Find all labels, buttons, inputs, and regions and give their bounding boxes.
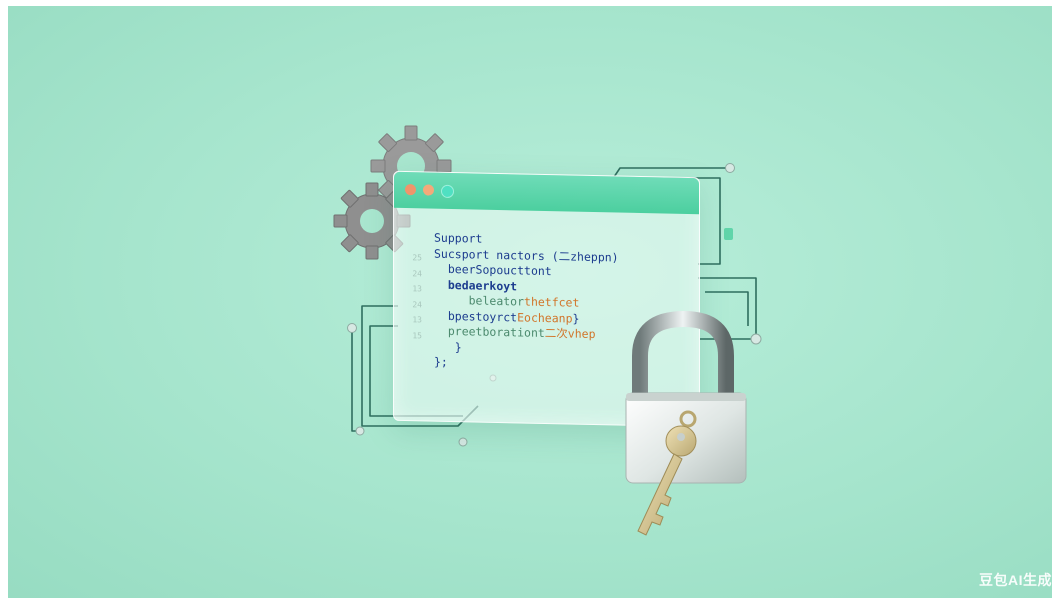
window-dot-yellow [423,184,434,196]
code-token: } [454,339,462,354]
window-dot-red [405,184,416,196]
line-number: 15 [412,330,422,340]
watermark: 豆包AI生成 [979,572,1052,588]
code-token: }; [434,354,448,369]
code-token: bedaerkoyt [447,277,518,293]
line-number: 24 [412,299,422,309]
code-token: } [572,311,580,326]
code-token: beerSopoucttont [447,261,552,279]
window-titlebar [394,171,699,215]
line-number: 25 [412,253,422,263]
code-token: beleator [468,293,525,309]
line-number: 13 [412,284,422,294]
window-dot-green [441,184,454,199]
code-token: Sucsport nactors [434,246,552,263]
code-line: }; [434,355,619,374]
code-token: Eocheanp [517,309,573,326]
code-token: (二zheppn) [551,248,619,265]
code-token: preetborationt [447,323,545,340]
code-token: bpestoyrct [447,308,518,324]
line-number: 13 [412,315,422,325]
line-numbers: 25 24 13 24 13 15 [404,250,422,343]
code-text: Support Sucsport nactors (二zheppn) beerSo… [434,231,619,374]
code-token: 二次vhep [544,325,596,342]
padlock-icon [625,311,747,536]
code-token: Support [434,230,483,246]
illustration-canvas: 25 24 13 24 13 15 Support Sucsport nactors (二z… [8,6,1052,598]
code-token: thetfcet [524,294,580,310]
line-number: 24 [412,268,422,278]
